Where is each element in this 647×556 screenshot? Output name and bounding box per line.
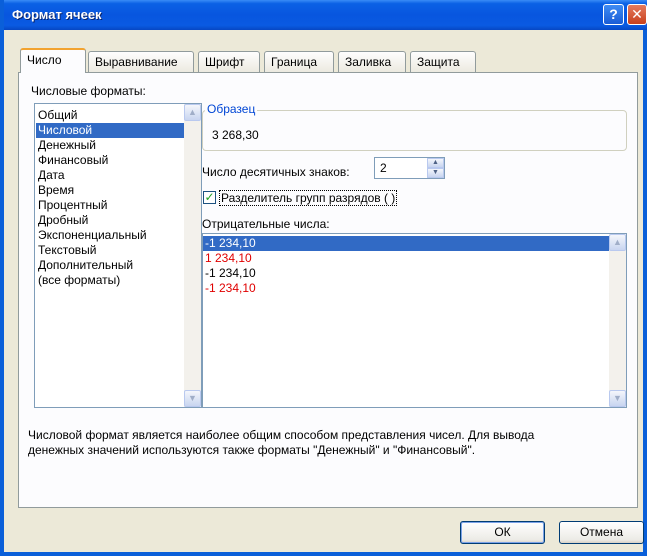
format-item[interactable]: Экспоненциальный [36,228,184,243]
tab-font[interactable]: Шрифт [198,51,260,72]
format-item[interactable]: Дробный [36,213,184,228]
cancel-button[interactable]: Отмена [559,521,644,544]
separator-checkbox[interactable]: ✓ [203,191,216,204]
negative-format-item[interactable]: -1 234,10 [203,281,609,296]
format-item[interactable]: Процентный [36,198,184,213]
decimals-label: Число десятичных знаков: [202,165,350,179]
sample-group [202,110,627,151]
scroll-up-icon[interactable]: ▲ [609,234,626,251]
scroll-down-icon[interactable]: ▼ [184,390,201,407]
decimals-value[interactable]: 2 [380,161,387,175]
format-cells-dialog: Формат ячеек ? ✕ Число Выравнивание Шриф… [0,0,647,556]
scroll-down-icon[interactable]: ▼ [609,390,626,407]
dialog-title: Формат ячеек [12,7,102,22]
sample-value: 3 268,30 [212,128,259,142]
format-item[interactable]: Финансовый [36,153,184,168]
title-bar[interactable]: Формат ячеек ? ✕ [4,0,647,30]
negative-format-item[interactable]: -1 234,10 [203,236,609,251]
negatives-label: Отрицательные числа: [202,217,330,231]
number-formats-scrollbar[interactable]: ▲ ▼ [184,104,201,407]
tab-number[interactable]: Число [20,48,86,73]
help-icon[interactable]: ? [603,4,624,25]
tab-border[interactable]: Граница [264,51,334,72]
description-line-2: денежных значений используются также фор… [28,443,476,457]
format-item[interactable]: Дополнительный [36,258,184,273]
tab-alignment[interactable]: Выравнивание [88,51,194,72]
format-item[interactable]: Дата [36,168,184,183]
sample-label: Образец [205,102,258,116]
format-item[interactable]: (все форматы) [36,273,184,288]
format-item[interactable]: Текстовый [36,243,184,258]
format-item[interactable]: Общий [36,108,184,123]
number-formats-label: Числовые форматы: [31,84,146,98]
format-item[interactable]: Время [36,183,184,198]
separator-label[interactable]: Разделитель групп разрядов ( ) [219,190,398,206]
tab-fill[interactable]: Заливка [338,51,406,72]
spin-up-icon[interactable]: ▲ [427,158,444,168]
negatives-items: -1 234,10 1 234,10 -1 234,10 -1 234,10 [203,236,609,296]
number-formats-items: Общий Числовой Денежный Финансовый Дата Время… [36,108,184,288]
negative-format-item[interactable]: 1 234,10 [203,251,609,266]
negatives-list[interactable]: -1 234,10 1 234,10 -1 234,10 -1 234,10 ▲ ▼ [202,233,627,408]
spin-down-icon[interactable]: ▼ [427,168,444,178]
scroll-up-icon[interactable]: ▲ [184,104,201,121]
description-line-1: Числовой формат является наиболее общим … [28,428,535,442]
negatives-scrollbar[interactable]: ▲ ▼ [609,234,626,407]
format-item[interactable]: Денежный [36,138,184,153]
decimals-stepper[interactable]: 2 ▲ ▼ [374,157,445,179]
decimals-spin-buttons[interactable]: ▲ ▼ [427,158,444,178]
ok-button[interactable]: ОК [460,521,545,544]
format-item[interactable]: Числовой [36,123,184,138]
close-icon[interactable]: ✕ [627,4,647,25]
tab-protection[interactable]: Защита [410,51,476,72]
tab-panel-number: Числовые форматы: Общий Числовой Денежный Ф… [18,72,638,508]
number-formats-list[interactable]: Общий Числовой Денежный Финансовый Дата Время… [34,103,202,408]
negative-format-item[interactable]: -1 234,10 [203,266,609,281]
